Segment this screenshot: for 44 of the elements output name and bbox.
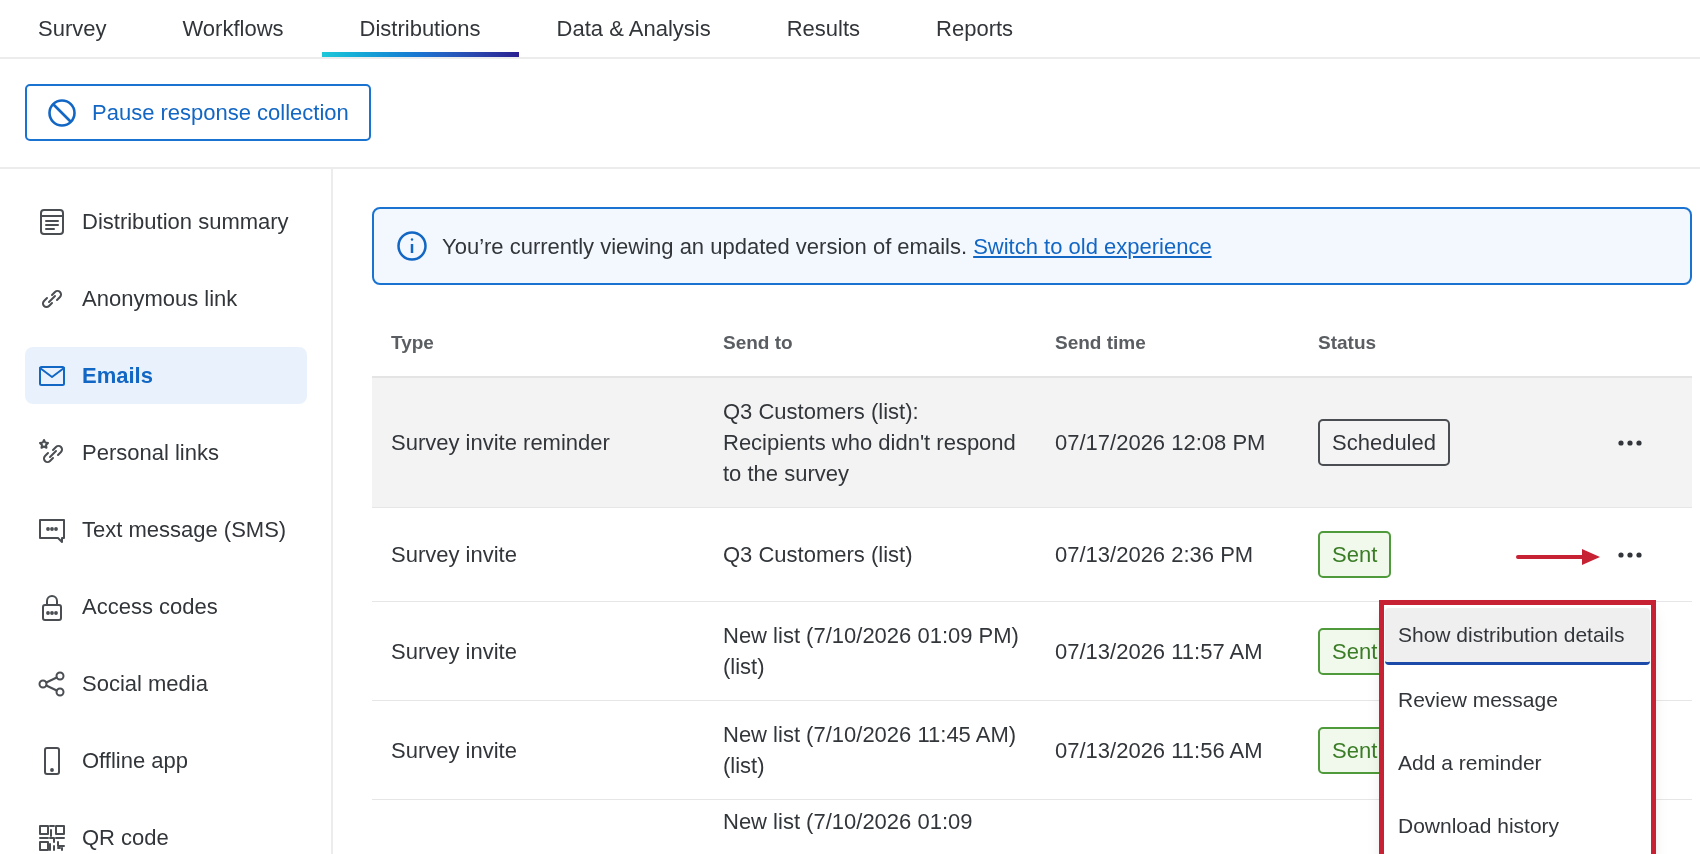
info-icon — [396, 230, 428, 262]
type-cell-text: Survey invite — [391, 637, 517, 666]
send-to-cell-text: Q3 Customers (list): Recipients who didn't respond to the survey — [723, 398, 1017, 488]
menu-item[interactable]: Download history — [1385, 797, 1650, 854]
sidebar-item[interactable]: Personal links — [25, 424, 307, 481]
type-cell-text: Survey invite — [391, 541, 517, 569]
sidebar-item[interactable]: Offline app — [25, 732, 307, 789]
column-header: Status — [1318, 332, 1377, 354]
column-header: Send time — [1055, 332, 1146, 354]
send-time-cell-text: 07/13/2026 11:56 AM — [1055, 736, 1263, 765]
tab[interactable]: Distributions — [321, 0, 519, 57]
type-cell-text: Survey invite — [391, 736, 517, 765]
more-icon — [1618, 551, 1642, 558]
tab[interactable]: Data & Analysis — [518, 0, 749, 57]
send-time-cell-text: 07/13/2026 11:57 AM — [1055, 637, 1263, 666]
more-icon — [1618, 439, 1642, 446]
send-to-cell-text: New list (7/10/2026 01:09 — [723, 808, 973, 836]
switch-experience-link[interactable]: Switch to old experience — [973, 233, 1212, 259]
send-time-cell-text: 07/13/2026 2:36 PM — [1055, 541, 1254, 569]
tab[interactable]: Reports — [898, 0, 1052, 57]
send-time-cell-text: 07/17/2026 12:08 PM — [1055, 429, 1266, 457]
sidebar-item[interactable]: Distribution summary — [25, 193, 307, 250]
sidebar-item[interactable]: Access codes — [25, 578, 307, 635]
sidebar-item[interactable]: Social media — [25, 655, 307, 712]
tab[interactable]: Results — [748, 0, 899, 57]
pause-response-collection-button[interactable]: Pause response collection — [25, 84, 371, 141]
banner-message: You’re currently viewing an updated version of emails. Switch to old experience — [442, 232, 1212, 261]
sidebar-item[interactable]: Anonymous link — [25, 270, 307, 327]
tab[interactable]: Survey — [0, 0, 145, 57]
prohibited-icon — [47, 97, 77, 128]
status-badge: Sent — [1318, 531, 1392, 578]
tab[interactable]: Workflows — [144, 0, 322, 57]
send-to-cell-text: New list (7/10/2026 01:09 PM) (list) — [723, 622, 1020, 681]
send-to-cell-text: Q3 Customers (list) — [723, 541, 913, 569]
type-cell-text: Survey invite reminder — [391, 429, 610, 457]
sidebar-item[interactable]: QR code — [25, 809, 307, 854]
table-row[interactable]: Survey invite reminder Q3 Customers (list): Recipients who didn't respond to the survey 07/17/2026 12:08 PM Scheduled — [372, 378, 1692, 508]
sidebar-item[interactable]: Emails — [25, 347, 307, 404]
column-header: Send to — [723, 332, 793, 354]
sidebar-item[interactable]: Text message (SMS) — [25, 501, 307, 558]
column-header: Type — [391, 332, 434, 354]
status-badge: Scheduled — [1318, 419, 1450, 466]
send-to-cell-text: New list (7/10/2026 11:45 AM) (list) — [723, 721, 1018, 780]
menu-item[interactable]: Show distribution details — [1385, 608, 1650, 665]
